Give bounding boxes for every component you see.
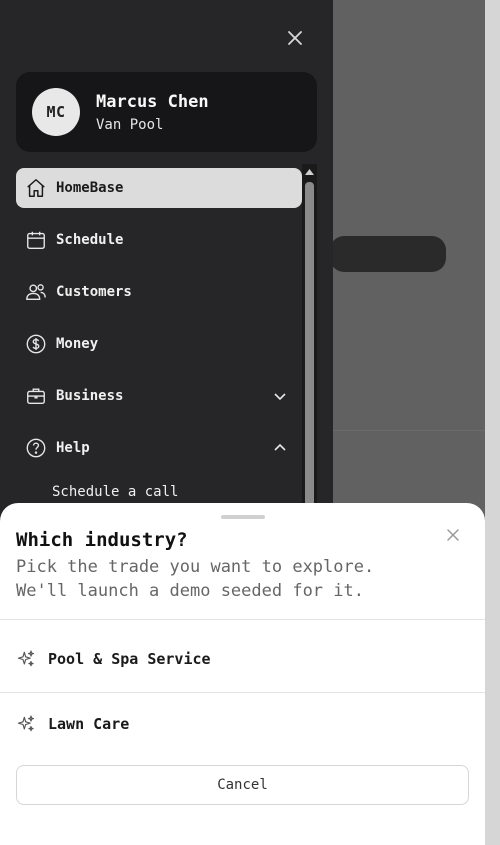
sheet-description: Pick the trade you want to explore. We'l… [16,557,375,601]
industry-option-pool-spa[interactable]: Pool & Spa Service [0,627,485,691]
sidebar-item-label: Business [56,388,124,404]
sidebar-item-label: Help [56,440,90,456]
background-heading [340,178,414,198]
sidebar-item-business[interactable]: Business [16,376,302,416]
industry-bottom-sheet: Which industry? Pick the trade you want … [0,503,485,845]
dollar-icon [24,332,48,356]
sheet-drag-handle[interactable] [221,515,265,519]
sidebar-item-homebase[interactable]: HomeBase [16,168,302,208]
background-divider [333,430,485,431]
users-icon [24,280,48,304]
sidebar-item-label: Schedule [56,232,124,248]
sidebar-item-customers[interactable]: Customers [16,272,302,312]
close-icon [447,529,459,541]
cancel-button[interactable]: Cancel [16,765,469,805]
sparkles-icon [16,649,36,669]
close-icon [288,31,302,45]
sheet-close-button[interactable] [441,523,465,547]
calendar-icon [24,228,48,252]
chevron-down-icon [274,393,286,401]
industry-option-label: Lawn Care [48,715,130,733]
page-scrollbar[interactable] [485,0,500,845]
sidebar-item-money[interactable]: Money [16,324,302,364]
industry-option-label: Pool & Spa Service [48,650,211,668]
sidebar-subitem-schedule-call[interactable]: Schedule a call [16,480,302,504]
scrollbar-thumb[interactable] [305,182,314,512]
profile-name: Marcus Chen [96,92,209,112]
profile-subtitle: Van Pool [96,117,164,133]
drawer-scrollbar[interactable] [302,164,317,514]
sidebar-item-label: HomeBase [56,180,124,196]
sparkles-icon [16,714,36,734]
sheet-title: Which industry? [16,529,188,551]
divider [0,619,485,620]
drawer-close-button[interactable] [283,26,307,50]
profile-card[interactable]: MC Marcus Chen Van Pool [16,72,317,152]
scroll-up-arrow-icon[interactable] [302,164,317,180]
home-icon [24,176,48,200]
sidebar-item-help[interactable]: Help [16,428,302,468]
sidebar-nav: HomeBase Schedule Customers Money Busine… [16,168,302,504]
sidebar-item-label: Customers [56,284,132,300]
briefcase-icon [24,384,48,408]
chevron-up-icon [274,443,286,451]
sidebar-item-schedule[interactable]: Schedule [16,220,302,260]
help-icon [24,436,48,460]
industry-option-lawn-care[interactable]: Lawn Care [0,692,485,756]
avatar: MC [32,88,80,136]
sidebar-item-label: Money [56,336,99,352]
background-button [330,236,446,272]
